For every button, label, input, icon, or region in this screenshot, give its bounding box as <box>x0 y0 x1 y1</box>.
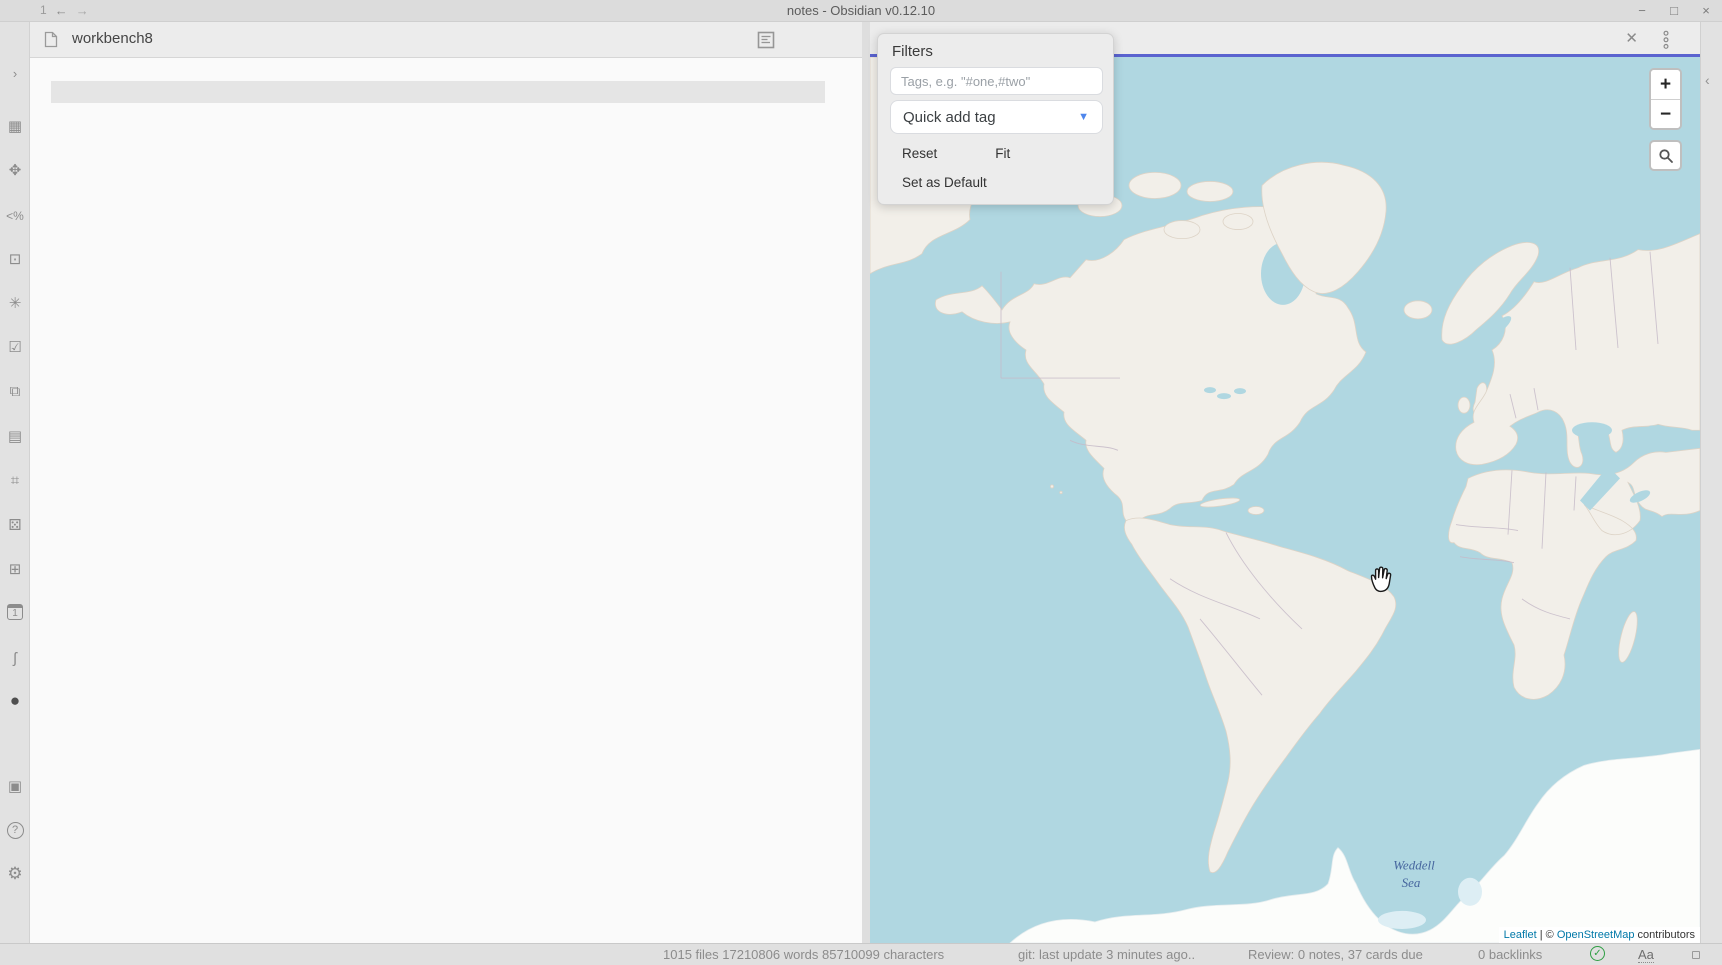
daily-note-icon[interactable]: 1 <box>0 602 30 622</box>
filters-heading: Filters <box>892 43 1103 60</box>
map-filters-popup: Filters Quick add tag ▼ Reset Fit Set as… <box>877 33 1114 205</box>
quick-add-tag-dropdown[interactable]: Quick add tag ▼ <box>890 100 1103 134</box>
hand-cursor-icon <box>1368 565 1394 598</box>
leaflet-link[interactable]: Leaflet <box>1504 929 1537 941</box>
search-icon <box>1658 148 1674 164</box>
zoom-in-button[interactable]: + <box>1651 70 1680 99</box>
set-as-default-button[interactable]: Set as Default <box>902 175 987 190</box>
attribution-sep: | © <box>1537 929 1557 941</box>
editor-pane-header: workbench8 <box>30 22 862 58</box>
osm-link[interactable]: OpenStreetMap <box>1557 929 1635 941</box>
reading-mode-icon[interactable] <box>757 31 775 54</box>
kanban-icon[interactable]: ⌗ <box>0 471 30 491</box>
zoom-out-button[interactable]: − <box>1651 99 1680 128</box>
calendar-check-icon[interactable]: ☑ <box>0 338 30 358</box>
map-pane: ✕ <box>870 22 1700 943</box>
minimize-button[interactable]: − <box>1626 0 1658 22</box>
editor-pane: workbench8 <box>30 22 862 943</box>
left-ribbon: › ▦ ✥ <% ⊡ ✳ ☑ ⧉ ▤ ⌗ ⚄ ⊞ 1 ʃ ● ▣ ? ⚙ <box>0 22 30 943</box>
slides-icon[interactable]: ▤ <box>0 427 30 447</box>
pane-divider[interactable] <box>862 22 870 943</box>
tags-filter-input[interactable] <box>890 67 1103 95</box>
quick-add-tag-label: Quick add tag <box>903 109 996 126</box>
copy-note-icon[interactable]: ⧉ <box>0 382 30 402</box>
note-file-icon <box>44 31 58 53</box>
reset-button[interactable]: Reset <box>902 146 937 161</box>
map-search-button[interactable] <box>1649 140 1682 171</box>
editor-area[interactable] <box>30 58 862 943</box>
backlinks-count[interactable]: 0 backlinks <box>1478 947 1542 962</box>
sync-check-icon: ✓ <box>1590 946 1605 961</box>
attribution-rest: contributors <box>1634 929 1695 941</box>
pane-title: workbench8 <box>72 30 153 47</box>
expand-right-sidebar-icon[interactable]: ‹ <box>1705 72 1710 88</box>
map-attribution: Leaflet | © OpenStreetMap contributors <box>1499 927 1700 943</box>
random-note-icon[interactable]: ⚄ <box>0 516 30 536</box>
move-pane-icon[interactable]: ✥ <box>0 161 30 181</box>
map-view-icon[interactable]: ● <box>0 691 30 711</box>
weddell-sea-label: Weddell <box>1393 858 1435 873</box>
templater-icon[interactable]: <% <box>0 206 30 226</box>
graph-view-icon[interactable]: ✳ <box>0 294 30 314</box>
export-note-icon[interactable]: ⊡ <box>0 250 30 270</box>
table-icon[interactable]: ▦ <box>0 117 30 137</box>
audio-clip-icon[interactable]: ʃ <box>0 649 30 669</box>
right-sidebar-collapsed: ‹ <box>1700 22 1722 943</box>
git-status: git: last update 3 minutes ago.. <box>1018 947 1195 962</box>
help-icon[interactable]: ? <box>0 819 30 839</box>
review-status[interactable]: Review: 0 notes, 37 cards due <box>1248 947 1423 962</box>
map-zoom-control: + − <box>1649 68 1682 130</box>
titlebar: 1 ← → notes - Obsidian v0.12.10 − □ × <box>0 0 1722 22</box>
settings-icon[interactable]: ⚙ <box>0 864 30 884</box>
maximize-button[interactable]: □ <box>1658 0 1690 22</box>
file-stats: 1015 files 17210806 words 85710099 chara… <box>663 947 944 962</box>
weddell-sea-label-2: Sea <box>1402 875 1421 890</box>
expand-sidebar-icon[interactable]: › <box>0 64 30 84</box>
corner-box-icon <box>1692 951 1700 959</box>
database-icon[interactable]: ⊞ <box>0 560 30 580</box>
start-screen-icon[interactable]: ▣ <box>0 777 30 797</box>
window-title: notes - Obsidian v0.12.10 <box>0 3 1722 18</box>
chevron-down-icon: ▼ <box>1078 111 1089 123</box>
statusbar: 1015 files 17210806 words 85710099 chara… <box>0 943 1722 965</box>
font-toggle[interactable]: Aa <box>1638 947 1654 963</box>
active-line-highlight <box>51 81 825 103</box>
fit-button[interactable]: Fit <box>995 146 1010 161</box>
more-options-icon[interactable] <box>1662 30 1670 55</box>
close-window-button[interactable]: × <box>1690 0 1722 22</box>
close-pane-icon[interactable]: ✕ <box>1625 29 1638 47</box>
